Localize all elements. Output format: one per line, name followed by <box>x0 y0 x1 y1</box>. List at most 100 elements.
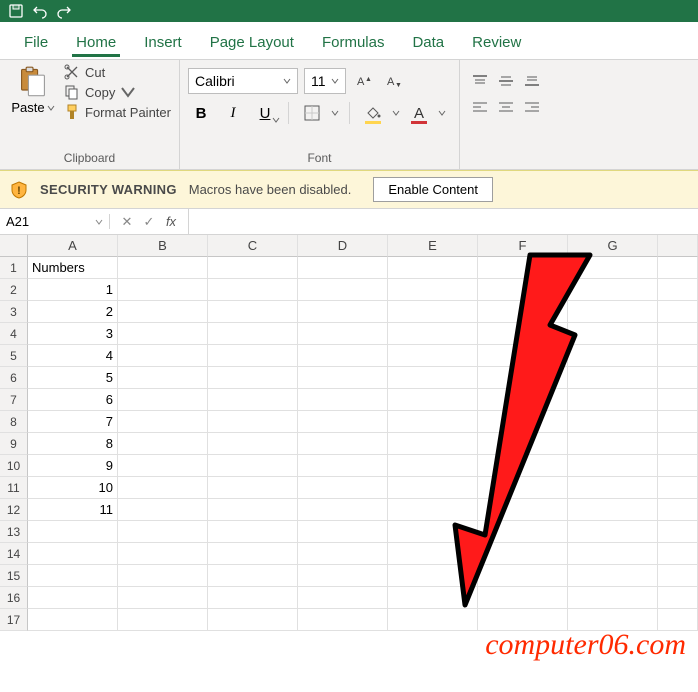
row-header[interactable]: 13 <box>0 521 28 543</box>
fx-button[interactable]: fx <box>162 213 180 231</box>
cell[interactable] <box>118 609 208 631</box>
cell[interactable] <box>298 389 388 411</box>
cell[interactable] <box>298 367 388 389</box>
align-top-button[interactable] <box>468 70 492 92</box>
cell[interactable] <box>568 499 658 521</box>
column-header[interactable]: G <box>568 235 658 257</box>
cell[interactable] <box>388 499 478 521</box>
cell[interactable] <box>298 565 388 587</box>
cell[interactable]: 8 <box>28 433 118 455</box>
cell[interactable]: Numbers <box>28 257 118 279</box>
cell[interactable] <box>658 565 698 587</box>
tab-file[interactable]: File <box>10 28 62 59</box>
tab-insert[interactable]: Insert <box>130 28 196 59</box>
cell[interactable]: 5 <box>28 367 118 389</box>
cell[interactable] <box>478 411 568 433</box>
cell[interactable] <box>478 455 568 477</box>
cell[interactable] <box>388 301 478 323</box>
cell[interactable] <box>298 609 388 631</box>
cell[interactable] <box>388 521 478 543</box>
cell[interactable] <box>478 345 568 367</box>
cell[interactable] <box>658 367 698 389</box>
cell[interactable] <box>388 411 478 433</box>
cell[interactable] <box>118 455 208 477</box>
cell[interactable] <box>28 587 118 609</box>
cell[interactable] <box>298 345 388 367</box>
cell[interactable] <box>28 609 118 631</box>
cell[interactable]: 7 <box>28 411 118 433</box>
cell[interactable] <box>208 345 298 367</box>
cell[interactable] <box>118 543 208 565</box>
row-header[interactable]: 16 <box>0 587 28 609</box>
cell[interactable]: 10 <box>28 477 118 499</box>
row-header[interactable]: 10 <box>0 455 28 477</box>
cell[interactable] <box>298 477 388 499</box>
cell[interactable] <box>298 521 388 543</box>
row-header[interactable]: 11 <box>0 477 28 499</box>
row-header[interactable]: 8 <box>0 411 28 433</box>
row-header[interactable]: 3 <box>0 301 28 323</box>
cell[interactable] <box>388 367 478 389</box>
row-header[interactable]: 12 <box>0 499 28 521</box>
cell[interactable] <box>478 521 568 543</box>
cell[interactable] <box>568 521 658 543</box>
undo-icon[interactable] <box>32 3 48 19</box>
cell[interactable] <box>478 301 568 323</box>
cell[interactable] <box>208 587 298 609</box>
fill-color-button[interactable] <box>360 100 386 126</box>
row-header[interactable]: 2 <box>0 279 28 301</box>
underline-button[interactable]: U <box>252 100 278 126</box>
cell[interactable] <box>118 499 208 521</box>
cell[interactable] <box>208 521 298 543</box>
cell[interactable] <box>388 565 478 587</box>
cell[interactable] <box>388 389 478 411</box>
column-header[interactable]: E <box>388 235 478 257</box>
cell[interactable] <box>658 345 698 367</box>
cell[interactable] <box>298 455 388 477</box>
cell[interactable] <box>208 389 298 411</box>
font-color-dropdown[interactable] <box>438 109 446 117</box>
cell[interactable] <box>478 257 568 279</box>
cell[interactable] <box>118 323 208 345</box>
cell[interactable] <box>658 499 698 521</box>
cell[interactable] <box>208 257 298 279</box>
cell[interactable] <box>28 565 118 587</box>
confirm-button[interactable]: ✓ <box>140 213 158 231</box>
column-header[interactable]: C <box>208 235 298 257</box>
cell[interactable]: 3 <box>28 323 118 345</box>
align-right-button[interactable] <box>520 96 544 118</box>
row-header[interactable]: 9 <box>0 433 28 455</box>
cell[interactable]: 1 <box>28 279 118 301</box>
cell[interactable] <box>298 279 388 301</box>
cell[interactable] <box>478 543 568 565</box>
cell[interactable] <box>208 543 298 565</box>
row-header[interactable]: 7 <box>0 389 28 411</box>
cell[interactable] <box>568 323 658 345</box>
cut-button[interactable]: Cut <box>64 64 171 80</box>
cell[interactable] <box>208 609 298 631</box>
cell[interactable] <box>208 301 298 323</box>
tab-home[interactable]: Home <box>62 28 130 59</box>
cell[interactable] <box>568 587 658 609</box>
cell[interactable] <box>298 323 388 345</box>
cell[interactable] <box>478 367 568 389</box>
cell[interactable] <box>388 257 478 279</box>
cell[interactable] <box>298 499 388 521</box>
save-icon[interactable] <box>8 3 24 19</box>
cell[interactable] <box>208 323 298 345</box>
cell[interactable] <box>478 389 568 411</box>
name-box[interactable]: A21 <box>0 214 110 229</box>
cell[interactable] <box>388 609 478 631</box>
cell[interactable] <box>208 477 298 499</box>
cell[interactable] <box>658 301 698 323</box>
bold-button[interactable]: B <box>188 100 214 126</box>
column-header[interactable]: A <box>28 235 118 257</box>
tab-formulas[interactable]: Formulas <box>308 28 399 59</box>
cell[interactable] <box>118 345 208 367</box>
cell[interactable] <box>568 301 658 323</box>
cell[interactable] <box>478 565 568 587</box>
cell[interactable] <box>568 411 658 433</box>
cell[interactable] <box>208 499 298 521</box>
cell[interactable] <box>568 477 658 499</box>
cell[interactable] <box>658 455 698 477</box>
